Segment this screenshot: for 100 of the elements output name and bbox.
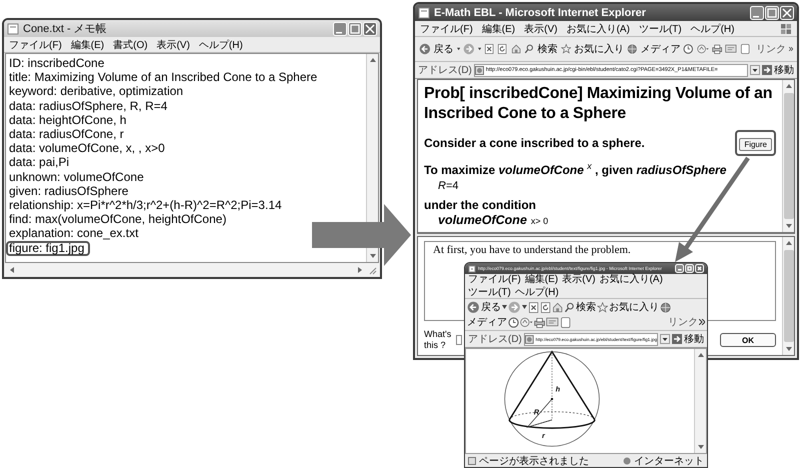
menu-item[interactable]: ファイル(F): [9, 38, 62, 52]
close-icon[interactable]: [780, 6, 794, 20]
text-line: data: radiusOfSphere, R, R=4: [9, 98, 168, 113]
maximize-icon[interactable]: [348, 22, 362, 36]
radius-label: R: [534, 407, 540, 416]
browser-icon: [418, 6, 430, 18]
minimize-icon[interactable]: [750, 6, 764, 20]
menu-item[interactable]: お気に入り(A): [599, 274, 663, 285]
edit-icon[interactable]: [546, 316, 559, 328]
menu-item[interactable]: 書式(O): [113, 38, 148, 52]
refresh-icon[interactable]: [540, 302, 551, 312]
dropdown-icon[interactable]: [660, 334, 670, 344]
answer-field[interactable]: [456, 335, 462, 345]
menu-item[interactable]: お気に入り(A): [566, 22, 630, 36]
page-heading: Prob[ inscribedCone] Maximizing Volume of an Inscribed Cone to a Sphere: [424, 84, 774, 124]
text-line: figure: fig1.jpg: [6, 240, 90, 256]
help-label: What's this ?: [424, 329, 452, 351]
media-button-label[interactable]: メディア: [467, 315, 507, 329]
arrow-icon[interactable]: [672, 334, 682, 344]
caret-icon[interactable]: [522, 305, 527, 309]
window-title: E-Math EBL - Microsoft Internet Explorer: [434, 6, 647, 18]
menu-item[interactable]: 編集(E): [70, 38, 104, 52]
menu-item[interactable]: ファイル(F): [420, 22, 473, 36]
maximize-icon[interactable]: [765, 6, 779, 20]
address-label: アドレス(D): [468, 333, 522, 346]
page-icon[interactable]: [560, 316, 571, 328]
back-button-label[interactable]: 戻る: [434, 42, 454, 56]
favorites-button-label[interactable]: お気に入り: [574, 42, 624, 56]
text-line: keyword: deribative, optimization: [9, 84, 184, 99]
scrollbar[interactable]: [694, 349, 706, 453]
menu-item[interactable]: ヘルプ(H): [690, 22, 734, 36]
links-label[interactable]: リンク: [668, 315, 698, 329]
minimize-icon[interactable]: [333, 22, 347, 36]
explanation-text: At first, you have to understand the problem.: [433, 244, 632, 256]
close-icon[interactable]: [695, 264, 704, 273]
goal-text: To maximize volumeOfCone $^{x}$ , given radiusOfSphere: [424, 160, 728, 178]
maximize-icon[interactable]: [685, 264, 694, 273]
menu-item[interactable]: 表示(V): [524, 22, 558, 36]
page-icon: [524, 334, 534, 344]
ok-button[interactable]: OK: [720, 333, 776, 347]
chevron-icon[interactable]: [699, 319, 705, 325]
text-line: unknown: volumeOfCone: [9, 170, 144, 184]
text-line: relationship: x=Pi*r^2*h/3;r^2+(h-R)^2=R^2;Pi=3.14: [9, 198, 282, 212]
media-button-label[interactable]: メディア: [640, 42, 680, 56]
home-icon[interactable]: [552, 302, 563, 312]
address-label: アドレス(D): [418, 64, 472, 77]
menu-item[interactable]: 編集(E): [482, 22, 516, 36]
page-icon[interactable]: [740, 41, 750, 57]
text-line: ID: inscribedCone: [9, 56, 104, 70]
stop-icon[interactable]: [528, 302, 539, 312]
links-label[interactable]: リンク: [756, 42, 786, 56]
printer-icon[interactable]: [534, 316, 545, 328]
search-button-label[interactable]: 検索: [576, 300, 596, 314]
refresh-icon[interactable]: [497, 41, 508, 57]
favorites-button-label[interactable]: お気に入り: [609, 300, 659, 314]
text-line: data: heightOfCone, h: [9, 112, 126, 128]
radius-label: r: [542, 431, 545, 440]
back-icon[interactable]: [467, 300, 480, 314]
text-line: find: max(volumeOfCone, heightOfCone): [9, 212, 226, 226]
caret-icon[interactable]: [456, 47, 460, 51]
chevron-icon[interactable]: [789, 46, 793, 52]
menu-item[interactable]: 編集(E): [524, 274, 558, 285]
arrow-icon[interactable]: [762, 65, 772, 75]
menu-item[interactable]: ヘルプ(H): [514, 287, 559, 298]
scrollbar[interactable]: [5, 263, 379, 276]
close-icon[interactable]: [363, 22, 377, 36]
condition-term: volumeOfCone: [438, 213, 527, 227]
scrollbar[interactable]: [782, 80, 794, 232]
text-line: explanation: cone_ex.txt: [9, 226, 138, 241]
search-button-label[interactable]: 検索: [538, 42, 558, 56]
caret-icon[interactable]: [502, 305, 507, 309]
go-button[interactable]: 移動: [672, 332, 704, 346]
text-line: title: Maximizing Volume of an Inscribed Cone to a Sphere: [9, 70, 318, 84]
minimize-icon[interactable]: [675, 264, 684, 273]
search-icon[interactable]: [564, 302, 575, 312]
document-icon: [7, 22, 19, 34]
stop-icon[interactable]: [484, 41, 494, 57]
dropdown-icon[interactable]: [750, 65, 760, 75]
menu-item[interactable]: ツール(T): [638, 22, 682, 36]
menu-item[interactable]: 表示(V): [562, 274, 596, 285]
clock-icon[interactable]: [508, 316, 519, 328]
resize-grip-icon: [367, 264, 377, 274]
caret-icon[interactable]: [478, 47, 481, 51]
browser-icon: [468, 264, 476, 272]
condition-label: under the condition: [424, 197, 537, 213]
text-line: data: radiusOfCone, r: [9, 127, 124, 142]
page-icon: [474, 66, 484, 74]
condition-expression: x> 0: [530, 216, 548, 226]
go-button[interactable]: 移動: [762, 63, 794, 77]
scrollbar[interactable]: [782, 237, 794, 355]
menu-item[interactable]: ファイル(F): [468, 274, 521, 285]
menu-item[interactable]: ツール(T): [468, 287, 511, 298]
back-button-label[interactable]: 戻る: [481, 300, 501, 314]
star-icon[interactable]: [597, 302, 608, 312]
text-line: given: radiusOfSphere: [9, 184, 128, 198]
windows-logo-icon: [780, 22, 792, 34]
menu-item[interactable]: ヘルプ(H): [198, 38, 243, 52]
menu-item[interactable]: 表示(V): [156, 38, 190, 52]
given-value: R=4: [437, 179, 460, 194]
figure-button[interactable]: Figure: [739, 138, 772, 151]
